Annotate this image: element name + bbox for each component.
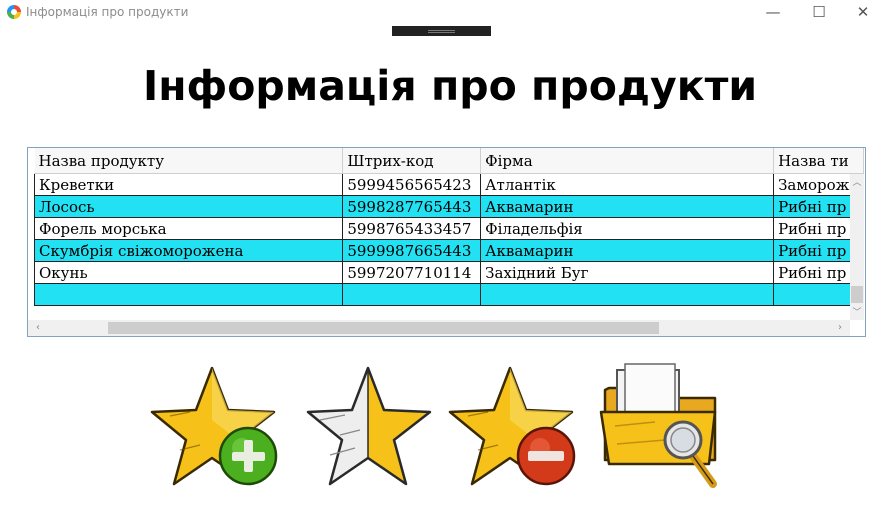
star-edit-icon: [306, 366, 432, 486]
cell-name[interactable]: Скумбрія свіжоморожена: [33, 239, 344, 262]
cell-barcode[interactable]: 5998765433457: [342, 217, 482, 240]
cell-name[interactable]: Окунь: [33, 261, 344, 284]
action-toolbar: [150, 360, 730, 500]
horizontal-scrollbar[interactable]: ‹ ›: [28, 320, 850, 336]
cell-barcode[interactable]: [342, 283, 482, 306]
folder-search-icon: [599, 363, 717, 488]
cell-company[interactable]: Атлантік: [480, 173, 775, 196]
scroll-left-icon[interactable]: ‹: [30, 320, 46, 336]
page-title: Інформація про продукти: [142, 62, 758, 110]
vertical-scroll-thumb[interactable]: [851, 286, 863, 303]
column-header-type[interactable]: Назва ти: [773, 148, 864, 174]
table-row[interactable]: Креветки 5999456565423 Атлантік Замороже: [33, 173, 864, 196]
delete-product-button[interactable]: [448, 360, 583, 495]
scroll-down-icon[interactable]: ﹀: [850, 306, 864, 320]
table-row[interactable]: Форель морська 5998765433457 Філадельфія…: [33, 217, 864, 240]
minimize-button[interactable]: —: [750, 0, 796, 26]
cell-name[interactable]: Лосось: [33, 195, 344, 218]
close-button[interactable]: ✕: [840, 0, 886, 26]
cell-company[interactable]: Аквамарин: [480, 195, 775, 218]
star-remove-icon: [448, 366, 576, 486]
table-row[interactable]: Окунь 5997207710114 Західний Буг Рибні п…: [33, 261, 864, 284]
column-header-name[interactable]: Назва продукту: [34, 148, 344, 174]
cell-name[interactable]: Форель морська: [33, 217, 344, 240]
products-table: Назва продукту Штрих-код Фірма Назва ти …: [33, 148, 864, 306]
cell-company[interactable]: Філадельфія: [480, 217, 775, 240]
column-header-company[interactable]: Фірма: [480, 148, 775, 174]
edit-product-button[interactable]: [300, 360, 435, 495]
horizontal-scroll-thumb[interactable]: [108, 322, 659, 334]
cell-barcode[interactable]: 5997207710114: [342, 261, 482, 284]
add-product-button[interactable]: [150, 360, 285, 495]
window-title: Інформація про продукти: [26, 5, 189, 19]
table-row[interactable]: Скумбрія свіжоморожена 5999987665443 Акв…: [33, 239, 864, 262]
cell-company[interactable]: [480, 283, 775, 306]
drag-handle[interactable]: [392, 26, 491, 36]
column-header-barcode[interactable]: Штрих-код: [342, 148, 482, 174]
cell-barcode[interactable]: 5999456565423: [342, 173, 482, 196]
scroll-right-icon[interactable]: ›: [832, 320, 848, 336]
new-row[interactable]: [33, 283, 864, 306]
maximize-button[interactable]: ☐: [796, 0, 842, 26]
scroll-up-icon[interactable]: ︿: [850, 176, 864, 190]
vertical-scrollbar[interactable]: ︿ ﹀: [850, 174, 864, 320]
star-add-icon: [150, 366, 278, 486]
table-row[interactable]: Лосось 5998287765443 Аквамарин Рибні пр: [33, 195, 864, 218]
cell-barcode[interactable]: 5999987665443: [342, 239, 482, 262]
cell-name[interactable]: Креветки: [33, 173, 344, 196]
cell-company[interactable]: Аквамарин: [480, 239, 775, 262]
app-logo-icon: [7, 5, 21, 19]
window-titlebar: Інформація про продукти — ☐ ✕: [0, 0, 886, 26]
search-product-button[interactable]: [595, 360, 730, 495]
cell-barcode[interactable]: 5998287765443: [342, 195, 482, 218]
products-grid[interactable]: Назва продукту Штрих-код Фірма Назва ти …: [27, 147, 866, 337]
cell-company[interactable]: Західний Буг: [480, 261, 775, 284]
cell-name[interactable]: [33, 283, 344, 306]
